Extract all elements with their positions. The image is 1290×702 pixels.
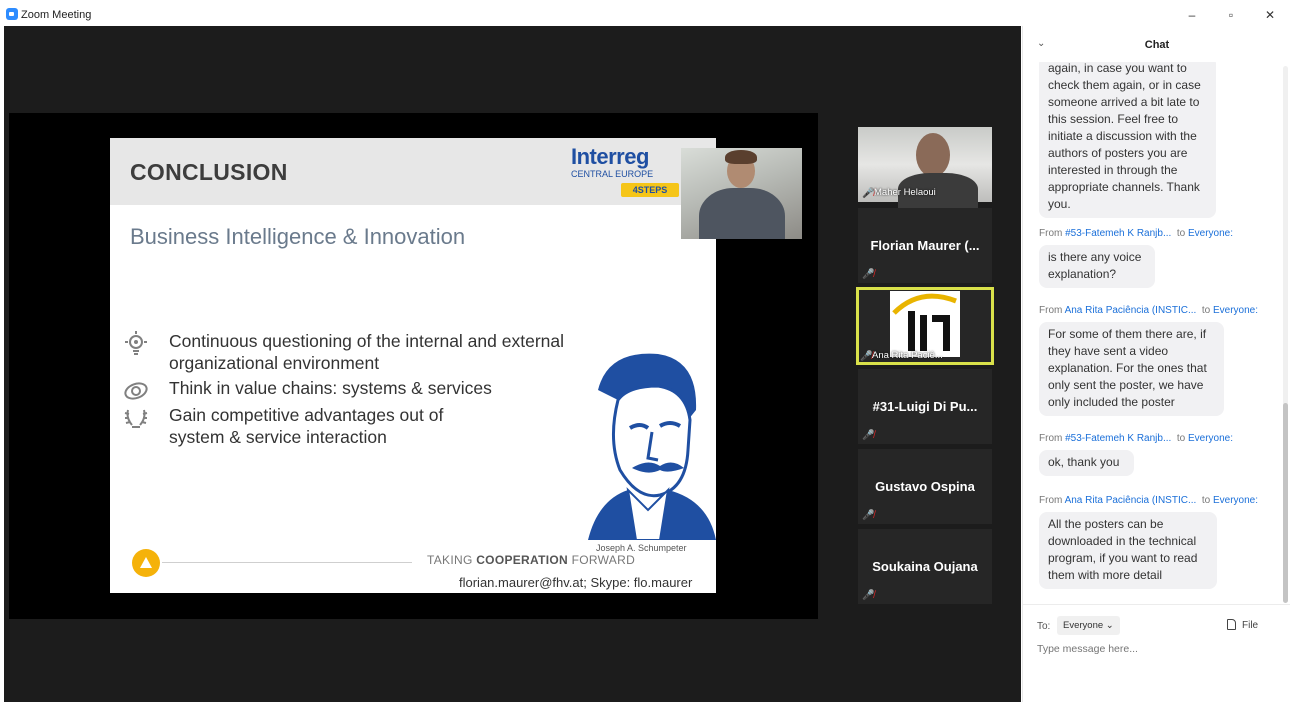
speaker-body	[699, 188, 785, 239]
slide-header: CONCLUSION Interreg CENTRAL EUROPE 4STEP…	[110, 138, 716, 205]
file-button[interactable]: File	[1227, 619, 1258, 631]
mic-muted-icon: 🎤̸	[862, 590, 875, 601]
chat-bubble: ok, thank you	[1039, 450, 1134, 476]
minimize-button[interactable]: –	[1181, 6, 1203, 24]
chat-bubble: All the posters can be downloaded in the…	[1039, 512, 1217, 589]
participant-name: Florian Maurer (...	[870, 238, 980, 253]
recipient-select[interactable]: Everyone ⌄	[1057, 616, 1120, 635]
chat-panel: ⌄ Chat again, in case you want to check …	[1022, 26, 1290, 702]
mic-muted-icon: 🎤̸	[862, 269, 875, 280]
chat-bubble: is there any voice explanation?	[1039, 245, 1155, 288]
participant-logo	[890, 291, 960, 357]
portrait-illustration	[588, 353, 716, 540]
brand-tag: 4STEPS	[621, 183, 679, 197]
message-sender: From #53-Fatemeh K Ranjb... to Everyone:	[1039, 433, 1233, 444]
participant-tile[interactable]: 🎤̸ Maher Helaoui	[858, 127, 992, 213]
bullet-text: Continuous questioning of the internal a…	[169, 331, 564, 373]
message-sender: From Ana Rita Paciência (INSTIC... to Ev…	[1039, 495, 1258, 506]
message-input[interactable]	[1037, 643, 1277, 655]
participant-tile-active[interactable]: 🎤̸ Ana Rita Paciê...	[856, 287, 994, 365]
file-icon	[1227, 619, 1236, 630]
bullet-item: Gain competitive advantages out of syste…	[122, 404, 462, 448]
participant-name: Maher Helaoui	[874, 187, 936, 198]
brand-name: Interreg	[571, 144, 649, 169]
footer-divider	[162, 562, 412, 563]
participant-tile[interactable]: Florian Maurer (... 🎤̸	[858, 208, 992, 283]
chat-compose: To: Everyone ⌄ File	[1023, 604, 1290, 702]
to-label: To:	[1037, 621, 1051, 632]
chat-header: ⌄ Chat	[1023, 26, 1290, 62]
chat-scrollbar-thumb[interactable]	[1283, 403, 1288, 603]
participant-tile[interactable]: #31-Luigi Di Pu... 🎤̸	[858, 369, 992, 444]
chat-bubble: again, in case you want to check them ag…	[1039, 62, 1216, 218]
mic-muted-icon: 🎤̸	[862, 430, 875, 441]
bullet-item: Think in value chains: systems & service…	[122, 377, 602, 405]
footer-logo-icon	[132, 549, 160, 577]
restore-button[interactable]: ▫	[1220, 6, 1242, 24]
bullet-text: Gain competitive advantages out of syste…	[169, 405, 444, 447]
participant-name: Ana Rita Paciê...	[872, 350, 943, 361]
lightbulb-icon	[122, 330, 150, 358]
participant-name: Soukaina Oujana	[872, 559, 978, 574]
slide-subtitle: Business Intelligence & Innovation	[130, 224, 466, 249]
laurel-icon	[122, 404, 150, 432]
close-button[interactable]: ✕	[1259, 6, 1281, 24]
chat-title: Chat	[1144, 39, 1170, 51]
chevron-down-icon: ⌄	[1105, 620, 1114, 631]
slide-title: CONCLUSION	[130, 159, 288, 185]
message-sender: From Ana Rita Paciência (INSTIC... to Ev…	[1039, 305, 1258, 316]
mic-muted-icon: 🎤̸	[862, 188, 875, 199]
footer-contact: florian.maurer@fhv.at; Skype: flo.maurer	[459, 575, 693, 590]
chat-bubble: For some of them there are, if they have…	[1039, 322, 1224, 416]
zoom-logo-icon	[6, 8, 18, 20]
mic-muted-icon: 🎤̸	[860, 351, 873, 362]
participant-name: #31-Luigi Di Pu...	[872, 399, 978, 414]
mic-muted-icon: 🎤̸	[862, 510, 875, 521]
message-sender: From #53-Fatemeh K Ranjb... to Everyone:	[1039, 228, 1233, 239]
participant-face	[916, 133, 950, 177]
bullet-item: Continuous questioning of the internal a…	[122, 330, 602, 374]
speaker-video[interactable]	[681, 148, 802, 239]
window-title: Zoom Meeting	[21, 9, 92, 21]
title-bar: Zoom Meeting – ▫ ✕	[0, 0, 1290, 26]
portrait-caption: Joseph A. Schumpeter	[596, 543, 687, 553]
brand-sub: CENTRAL EUROPE	[571, 169, 654, 179]
participant-name: Gustavo Ospina	[875, 479, 975, 494]
bullet-text: Think in value chains: systems & service…	[169, 378, 492, 398]
chat-messages[interactable]: again, in case you want to check them ag…	[1023, 62, 1279, 604]
rings-icon	[122, 377, 150, 405]
shared-slide: CONCLUSION Interreg CENTRAL EUROPE 4STEP…	[110, 138, 716, 593]
brand-logo: Interreg CENTRAL EUROPE 4STEPS	[571, 144, 691, 197]
speaker-hair	[725, 150, 757, 164]
footer-tagline: TAKING COOPERATION FORWARD	[427, 553, 636, 567]
participant-tile[interactable]: Gustavo Ospina 🎤̸	[858, 449, 992, 524]
participant-tile[interactable]: Soukaina Oujana 🎤̸	[858, 529, 992, 604]
